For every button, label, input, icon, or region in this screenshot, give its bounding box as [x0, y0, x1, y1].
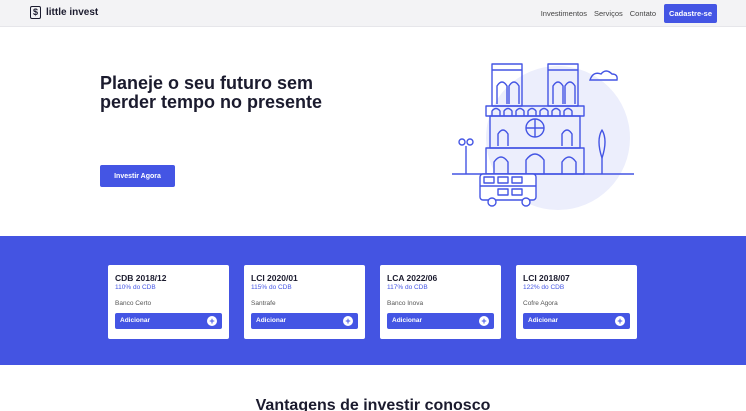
hero-title: Planeje o seu futuro sem perder tempo no… [100, 73, 323, 112]
brand-name: little invest [46, 7, 99, 18]
product-name: LCI 2018/07 [523, 273, 570, 283]
product-rate: 115% do CDB [251, 284, 292, 291]
product-bank: Banco Inova [387, 300, 424, 307]
add-product-button[interactable]: Adicionar + [523, 313, 630, 329]
product-rate: 122% do CDB [523, 284, 565, 291]
product-card: LCI 2020/01 115% do CDB Santrafe Adicion… [244, 265, 365, 339]
invest-now-button[interactable]: Investir Agora [100, 165, 175, 187]
add-button-label: Adicionar [120, 317, 150, 324]
add-product-button[interactable]: Adicionar + [251, 313, 358, 329]
plus-circle-icon: + [207, 316, 217, 326]
add-button-label: Adicionar [392, 317, 422, 324]
dollar-icon: $ [30, 6, 41, 19]
add-button-label: Adicionar [528, 317, 558, 324]
add-product-button[interactable]: Adicionar + [387, 313, 494, 329]
product-rate: 117% do CDB [387, 284, 428, 291]
product-name: LCI 2020/01 [251, 273, 298, 283]
plus-circle-icon: + [615, 316, 625, 326]
add-product-button[interactable]: Adicionar + [115, 313, 222, 329]
product-rate: 110% do CDB [115, 284, 156, 291]
product-card: LCI 2018/07 122% do CDB Cofre Agora Adic… [516, 265, 637, 339]
brand-logo[interactable]: $ little invest [30, 6, 98, 19]
nav-link-servicos[interactable]: Serviços [594, 9, 623, 18]
products-section: CDB 2018/12 110% do CDB Banco Certo Adic… [0, 236, 746, 365]
advantages-title: Vantagens de investir conosco [255, 397, 491, 411]
cathedral-bus-icon [452, 63, 634, 210]
product-card: CDB 2018/12 110% do CDB Banco Certo Adic… [108, 265, 229, 339]
signup-button[interactable]: Cadastre-se [664, 4, 717, 23]
product-bank: Cofre Agora [523, 300, 558, 307]
navbar: $ little invest Investimentos Serviços C… [0, 0, 746, 27]
nav-link-investimentos[interactable]: Investimentos [541, 9, 587, 18]
product-bank: Santrafe [251, 300, 276, 307]
add-button-label: Adicionar [256, 317, 286, 324]
plus-circle-icon: + [479, 316, 489, 326]
product-card: LCA 2022/06 117% do CDB Banco Inova Adic… [380, 265, 501, 339]
product-name: CDB 2018/12 [115, 273, 167, 283]
nav-link-contato[interactable]: Contato [630, 9, 656, 18]
product-name: LCA 2022/06 [387, 273, 438, 283]
product-bank: Banco Certo [115, 300, 152, 307]
plus-circle-icon: + [343, 316, 353, 326]
nav-links: Investimentos Serviços Contato Cadastre-… [534, 4, 717, 23]
